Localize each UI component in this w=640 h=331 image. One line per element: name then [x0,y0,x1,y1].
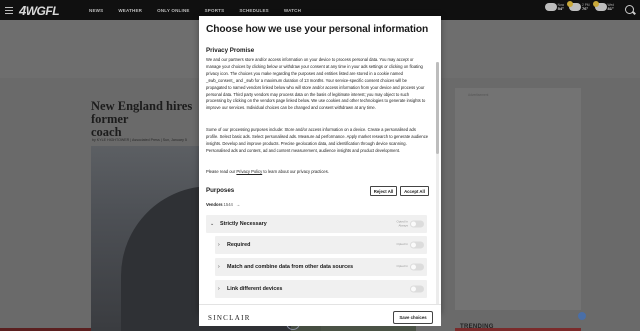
purpose-toggle[interactable] [410,285,424,293]
nav-schedules[interactable]: SCHEDULES [239,8,269,13]
article-byline: by KYLE HIGHTOWER | Associated Press | S… [92,138,187,142]
trending-heading: TRENDING [460,324,494,330]
accept-all-button[interactable]: Accept All [400,186,429,196]
nav-weather[interactable]: WEATHER [118,8,142,13]
right-rail-ad [455,88,581,310]
weather-now: Now 54° [544,3,564,11]
weather-widget[interactable]: Now 54° 2 PM 76° Wed 81° [544,1,614,11]
save-choices-button[interactable]: Save choices [393,311,433,324]
purpose-label: Required [227,242,251,248]
purpose-label: Link different devices [227,286,283,292]
vendors-link[interactable]: Vendors1544 → [206,202,240,207]
purpose-toggle[interactable] [410,220,424,228]
chevron-right-icon: › [218,264,220,270]
consent-footer: SINCLAIR Save choices [199,304,441,326]
cloud-icon [544,3,557,11]
policy-line: Please read our Privacy Policy to learn … [206,169,329,174]
purpose-status: Opted In [396,242,408,247]
nav-watch[interactable]: WATCH [284,8,301,13]
sinclair-logo: SINCLAIR [208,314,251,322]
weather-temp: 81° [607,6,614,11]
vendors-count: 1544 [223,202,233,207]
consent-title: Choose how we use your personal informat… [206,24,429,35]
chevron-right-icon: › [218,242,220,248]
privacy-policy-link[interactable]: Privacy Policy [236,169,262,174]
purposes-heading: Purposes [206,187,235,194]
menu-icon[interactable] [0,0,16,20]
weather-tomorrow: Wed 81° [592,1,614,11]
weather-temp: 76° [582,6,589,11]
consent-dialog: Choose how we use your personal informat… [199,16,441,326]
privacy-text: We and our partners store and/or access … [206,57,426,111]
scrollbar-thumb[interactable] [436,62,439,154]
purpose-status: Opted In [396,264,408,269]
ad-label: Advertisement [468,93,489,97]
partly-cloudy-icon [567,1,582,11]
nav-only-online[interactable]: ONLY ONLINE [157,8,189,13]
site-logo[interactable]: 4WGFL [19,3,81,18]
reject-all-button[interactable]: Reject All [370,186,397,196]
purpose-status: Opted In Always [396,219,408,227]
purpose-required[interactable]: › Required Opted In [215,236,427,254]
nav-sports[interactable]: SPORTS [205,8,225,13]
main-nav: NEWS WEATHER ONLY ONLINE SPORTS SCHEDULE… [89,8,316,13]
purposes-text: Some of our processing purposes include:… [206,127,429,153]
weather-temp: 54° [557,6,564,11]
nav-news[interactable]: NEWS [89,8,103,13]
purpose-match-data[interactable]: › Match and combine data from other data… [215,258,427,276]
privacy-icon[interactable] [578,312,586,320]
purpose-toggle[interactable] [410,241,424,249]
purpose-label: Strictly Necessary [220,221,267,227]
purpose-strictly-necessary[interactable]: ⌄ Strictly Necessary Opted In Always [206,215,427,233]
chevron-right-icon: › [218,286,220,292]
article-headline: New England hires former coach [91,99,193,139]
weather-later: 2 PM 76° [567,1,590,11]
purpose-label: Match and combine data from other data s… [227,264,354,270]
purpose-link-devices[interactable]: › Link different devices [215,280,427,298]
purpose-toggle[interactable] [410,263,424,271]
search-icon[interactable] [625,5,634,14]
partly-cloudy-icon [592,1,607,11]
chevron-down-icon: ⌄ [210,221,215,227]
arrow-right-icon: → [235,202,241,207]
privacy-heading: Privacy Promise [206,47,255,54]
